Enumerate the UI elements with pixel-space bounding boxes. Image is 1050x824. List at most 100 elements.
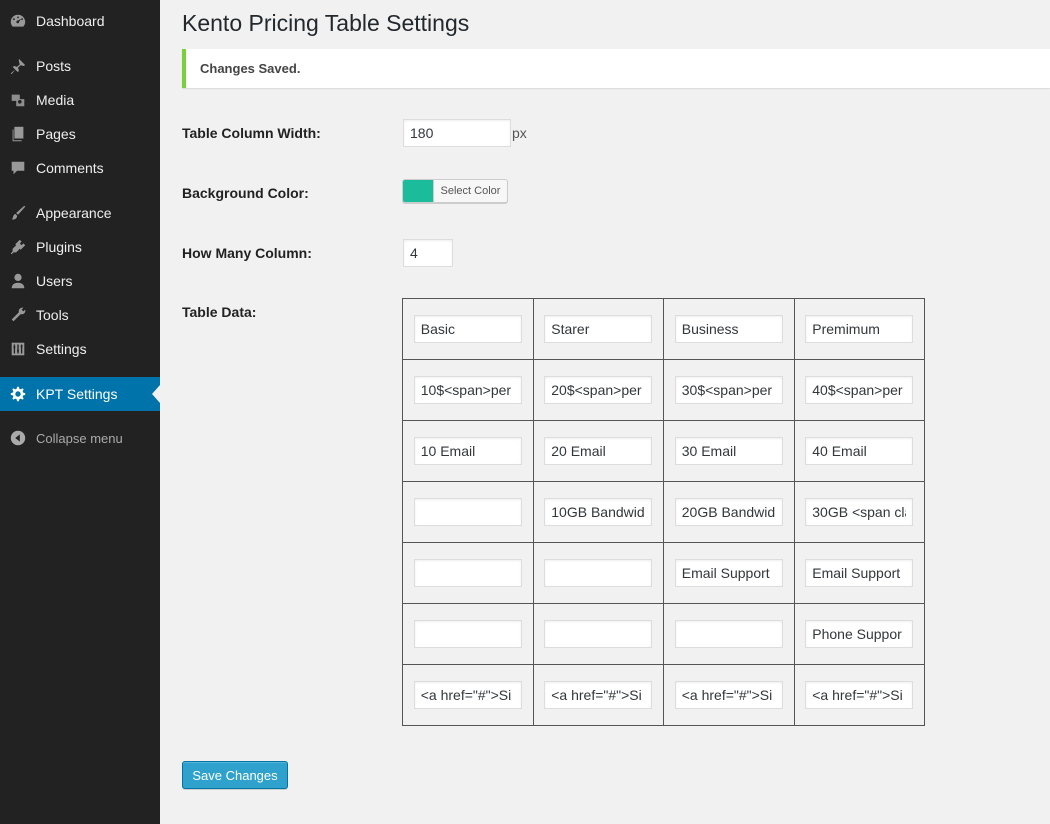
menu-label: Tools: [36, 307, 69, 323]
table-cell: [532, 664, 664, 726]
collapse-menu-button[interactable]: Collapse menu: [0, 421, 160, 455]
admin-sidebar: Dashboard Posts Media Pages Comments App…: [0, 0, 160, 824]
user-icon: [0, 264, 36, 298]
table-cell: [793, 298, 925, 360]
table-cell: [663, 542, 795, 604]
table-cell-input[interactable]: [674, 315, 783, 343]
table-cell: [402, 420, 534, 482]
menu-item-pages[interactable]: Pages: [0, 117, 160, 151]
table-cell-input[interactable]: [544, 437, 653, 465]
table-cell: [402, 664, 534, 726]
table-cell-input[interactable]: [413, 498, 522, 526]
comment-icon: [0, 151, 36, 185]
table-cell: [532, 542, 664, 604]
collapse-arrow-icon: [0, 421, 36, 455]
table-row: [402, 481, 925, 543]
table-row: [402, 298, 925, 360]
table-cell-input[interactable]: [544, 681, 653, 709]
table-cell-input[interactable]: [413, 681, 522, 709]
table-cell: [663, 359, 795, 421]
menu-item-tools[interactable]: Tools: [0, 298, 160, 332]
settings-sliders-icon: [0, 332, 36, 366]
menu-item-media[interactable]: Media: [0, 83, 160, 117]
pushpin-icon: [0, 49, 36, 83]
page-title: Kento Pricing Table Settings: [182, 10, 470, 36]
table-cell-input[interactable]: [544, 315, 653, 343]
table-cell: [793, 664, 925, 726]
table-cell-input[interactable]: [674, 498, 783, 526]
column-count-input[interactable]: [403, 239, 453, 267]
menu-label: Dashboard: [36, 13, 105, 29]
menu-label: Media: [36, 92, 75, 108]
table-cell-input[interactable]: [544, 498, 653, 526]
menu-label: Comments: [36, 160, 104, 176]
table-cell-input[interactable]: [544, 620, 653, 648]
table-cell-input[interactable]: [805, 437, 914, 465]
table-cell-input[interactable]: [413, 559, 522, 587]
collapse-menu-label: Collapse menu: [36, 430, 123, 446]
table-cell-input[interactable]: [674, 437, 783, 465]
save-changes-button[interactable]: Save Changes: [182, 761, 288, 789]
table-cell: [402, 603, 534, 665]
table-cell: [793, 481, 925, 543]
table-row: [402, 420, 925, 482]
table-cell-input[interactable]: [413, 620, 522, 648]
success-notice: Changes Saved.: [182, 49, 1050, 88]
select-color-button[interactable]: Select Color: [402, 179, 508, 203]
table-cell: [532, 481, 664, 543]
table-cell: [663, 481, 795, 543]
column-width-unit: px: [512, 125, 527, 141]
menu-item-kpt-settings[interactable]: KPT Settings: [0, 377, 160, 411]
wrench-icon: [0, 298, 36, 332]
menu-item-comments[interactable]: Comments: [0, 151, 160, 185]
table-cell-input[interactable]: [805, 498, 914, 526]
table-cell-input[interactable]: [674, 559, 783, 587]
select-color-label: Select Color: [440, 185, 501, 197]
table-cell-input[interactable]: [674, 376, 783, 404]
table-cell-input[interactable]: [805, 376, 914, 404]
column-width-label: Table Column Width:: [182, 125, 321, 141]
menu-item-plugins[interactable]: Plugins: [0, 230, 160, 264]
table-cell: [793, 420, 925, 482]
menu-item-posts[interactable]: Posts: [0, 49, 160, 83]
menu-label: Plugins: [36, 239, 82, 255]
table-row: [402, 664, 925, 726]
color-swatch: [403, 180, 434, 202]
column-width-input[interactable]: [403, 119, 511, 147]
table-cell: [663, 298, 795, 360]
table-cell: [532, 420, 664, 482]
menu-label: Users: [36, 273, 73, 289]
menu-label: Pages: [36, 126, 76, 142]
table-cell-input[interactable]: [413, 437, 522, 465]
table-cell-input[interactable]: [544, 376, 653, 404]
table-row: [402, 603, 925, 665]
menu-item-users[interactable]: Users: [0, 264, 160, 298]
table-cell-input[interactable]: [674, 681, 783, 709]
table-cell: [402, 542, 534, 604]
pages-icon: [0, 117, 36, 151]
table-cell-input[interactable]: [674, 620, 783, 648]
dashboard-icon: [0, 4, 36, 38]
table-cell-input[interactable]: [805, 559, 914, 587]
notice-text: Changes Saved.: [200, 61, 301, 76]
table-cell: [663, 603, 795, 665]
table-cell-input[interactable]: [413, 315, 522, 343]
table-data-label: Table Data:: [182, 304, 257, 320]
menu-item-settings[interactable]: Settings: [0, 332, 160, 366]
paintbrush-icon: [0, 196, 36, 230]
menu-label: Settings: [36, 341, 87, 357]
menu-label: KPT Settings: [36, 386, 118, 402]
table-cell: [793, 542, 925, 604]
table-cell-input[interactable]: [413, 376, 522, 404]
table-cell: [402, 298, 534, 360]
table-cell-input[interactable]: [544, 559, 653, 587]
menu-item-appearance[interactable]: Appearance: [0, 196, 160, 230]
table-cell-input[interactable]: [805, 315, 914, 343]
pricing-table-grid: [402, 298, 925, 726]
column-count-label: How Many Column:: [182, 245, 312, 261]
table-cell-input[interactable]: [805, 620, 914, 648]
table-cell-input[interactable]: [805, 681, 914, 709]
table-cell: [793, 359, 925, 421]
menu-item-dashboard[interactable]: Dashboard: [0, 4, 160, 38]
table-cell: [532, 603, 664, 665]
